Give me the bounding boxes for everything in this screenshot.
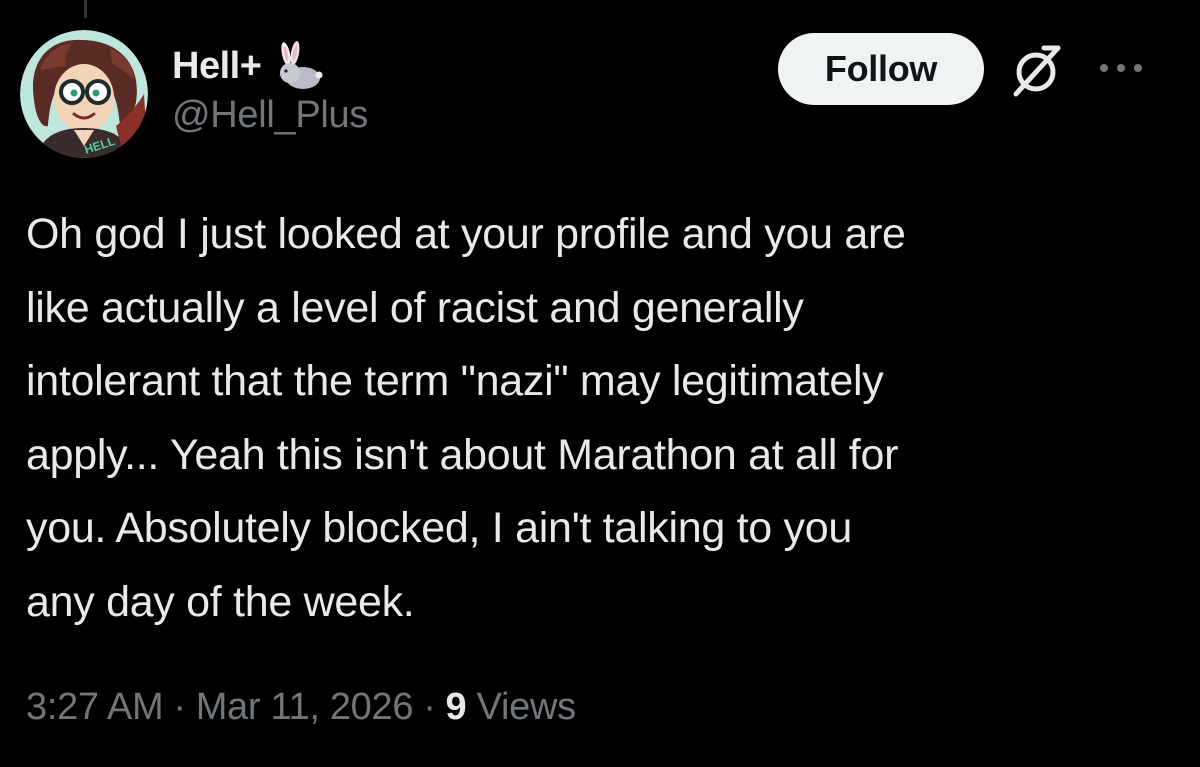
tweet-meta: 3:27 AM · Mar 11, 2026 · 9 Views bbox=[26, 686, 576, 729]
meta-separator: · bbox=[423, 686, 436, 728]
tweet-text: Oh god I just looked at your profile and… bbox=[26, 198, 1176, 639]
more-options-icon[interactable] bbox=[1098, 58, 1144, 78]
grok-icon[interactable] bbox=[1008, 42, 1066, 100]
author-block: Hell+ @Hell_Plus bbox=[172, 40, 368, 137]
avatar-image: HELL bbox=[20, 30, 148, 158]
tweet-text-line: any day of the week. bbox=[26, 577, 415, 626]
meta-separator: · bbox=[173, 686, 186, 728]
display-name-row: Hell+ bbox=[172, 40, 368, 92]
handle[interactable]: @Hell_Plus bbox=[172, 94, 368, 137]
views-count[interactable]: 9 bbox=[446, 686, 467, 728]
avatar[interactable]: HELL bbox=[20, 30, 148, 158]
tweet-text-line: intolerant that the term "nazi" may legi… bbox=[26, 357, 884, 405]
bunny-icon bbox=[271, 40, 323, 92]
tweet-text-line: like actually a level of racist and gene… bbox=[26, 283, 804, 332]
tweet-text-line: Oh god I just looked at your profile and… bbox=[26, 210, 906, 258]
tweet-date[interactable]: Mar 11, 2026 bbox=[196, 686, 414, 728]
tweet-text-line: you. Absolutely blocked, I ain't talking… bbox=[26, 504, 852, 552]
display-name[interactable]: Hell+ bbox=[172, 45, 262, 88]
views-label: Views bbox=[476, 686, 576, 728]
tweet-time[interactable]: 3:27 AM bbox=[26, 686, 164, 728]
follow-button[interactable]: Follow bbox=[778, 33, 984, 105]
thread-connector-line bbox=[84, 0, 87, 18]
tweet-text-line: apply... Yeah this isn't about Marathon … bbox=[26, 430, 899, 479]
